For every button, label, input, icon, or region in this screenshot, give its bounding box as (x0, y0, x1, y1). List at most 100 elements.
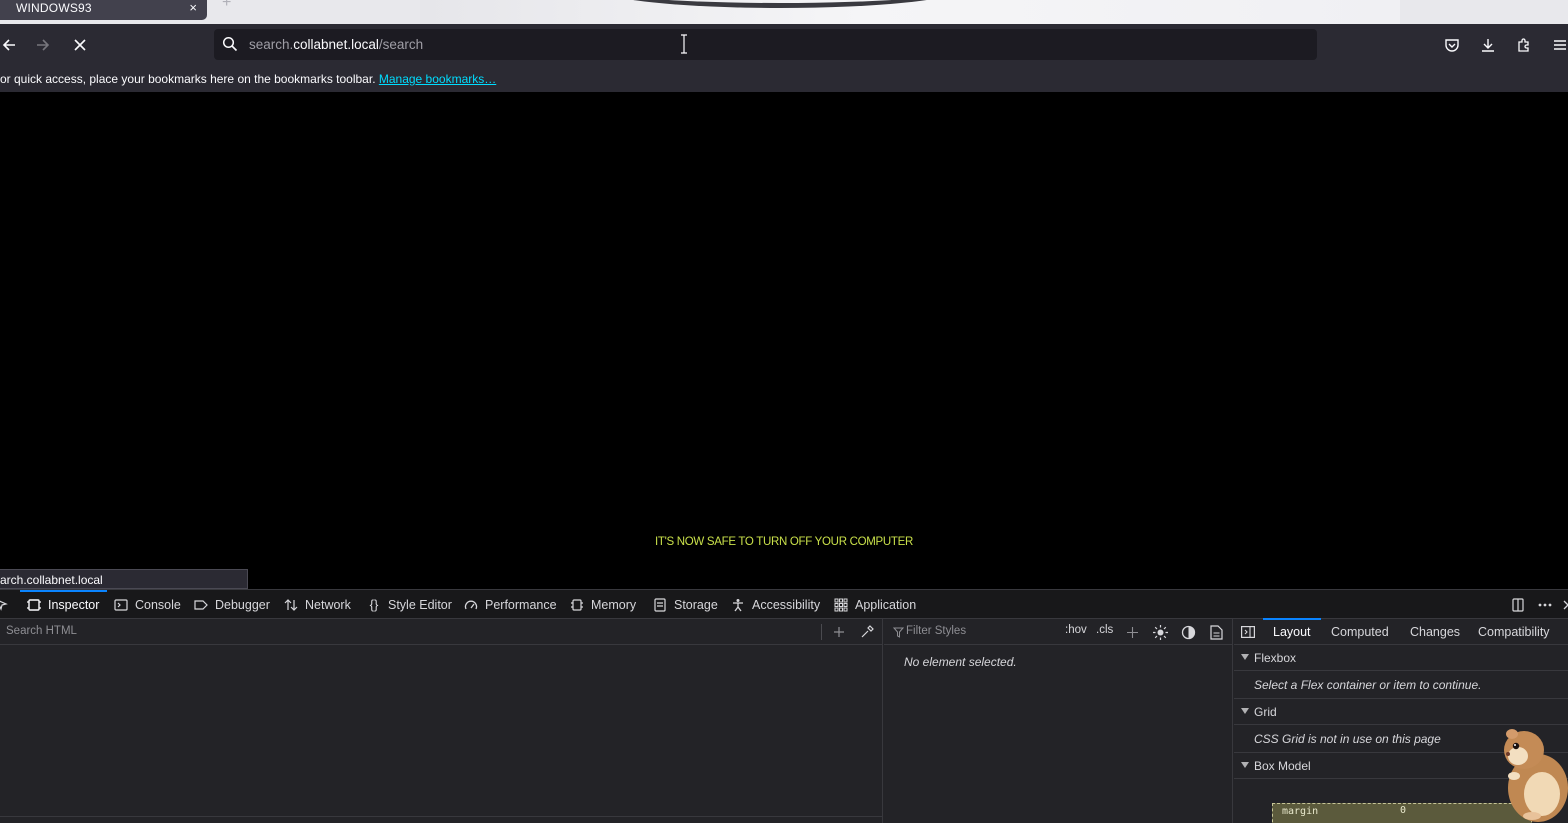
bookmarks-toolbar: or quick access, place your bookmarks he… (0, 67, 1568, 92)
tab-application[interactable]: Application (833, 590, 916, 619)
tab-label: Application (855, 597, 917, 612)
shutdown-message: IT'S NOW SAFE TO TURN OFF YOUR COMPUTER (655, 536, 913, 548)
tab-label: Performance (485, 597, 557, 612)
plus-icon (834, 627, 844, 637)
downloads-button[interactable] (1477, 34, 1499, 56)
extensions-button[interactable] (1513, 34, 1535, 56)
tab-debugger[interactable]: Debugger (193, 590, 270, 619)
box-model-margin[interactable]: margin 0 (1272, 803, 1532, 823)
console-icon (113, 597, 129, 613)
debugger-icon (193, 597, 209, 613)
status-url-tooltip: arch.collabnet.local (0, 569, 248, 589)
network-icon (283, 597, 299, 613)
markup-toolbar: Search HTML (0, 619, 882, 645)
back-button[interactable] (0, 32, 22, 58)
close-devtools-button[interactable] (1559, 596, 1568, 614)
add-rule-icon[interactable] (1127, 627, 1138, 638)
new-tab-button[interactable]: + (222, 0, 231, 12)
devtools-menu-button[interactable] (1536, 596, 1554, 614)
toolbar-divider (821, 624, 822, 640)
back-arrow-icon (2, 39, 15, 51)
tab-label: Storage (674, 597, 718, 612)
tab-label: Style Editor (388, 597, 452, 612)
titlebar-background (420, 0, 1400, 24)
tab-label: Network (305, 597, 351, 612)
tab-console[interactable]: Console (113, 590, 181, 619)
tab-strip: WINDOWS93 × + (0, 0, 1568, 24)
breadcrumb-bar (0, 816, 883, 823)
expand-triangle-icon (1241, 654, 1249, 660)
tab-label: Console (135, 597, 181, 612)
bookmarks-message: or quick access, place your bookmarks he… (0, 72, 379, 86)
no-element-message: No element selected. (904, 655, 1017, 669)
forward-button[interactable] (30, 32, 56, 58)
hover-state-toggle[interactable]: :hov (1065, 624, 1087, 636)
filter-icon (893, 627, 904, 638)
url-bar[interactable]: search.collabnet.local/search (214, 29, 1317, 60)
margin-label: margin (1282, 806, 1319, 817)
stop-x-icon (74, 39, 86, 51)
manage-bookmarks-link[interactable]: Manage bookmarks… (379, 72, 496, 86)
class-toggle[interactable]: .cls (1096, 624, 1113, 636)
browser-tab[interactable]: WINDOWS93 × (0, 0, 207, 20)
tab-style-editor[interactable]: {} Style Editor (366, 590, 452, 619)
dark-theme-icon[interactable] (1181, 625, 1196, 640)
tab-close-icon[interactable]: × (189, 0, 197, 15)
dock-toggle-button[interactable] (1509, 596, 1527, 614)
style-editor-icon: {} (369, 597, 379, 612)
tab-layout[interactable]: Layout (1263, 618, 1320, 639)
tab-label: Accessibility (752, 597, 821, 612)
toggle-sidebar-icon[interactable] (1241, 626, 1255, 638)
tab-label: Inspector (48, 597, 100, 612)
url-host: collabnet.local (293, 37, 379, 52)
tab-storage[interactable]: Storage (652, 590, 718, 619)
element-picker-button[interactable] (0, 590, 16, 619)
url-path: /search (378, 37, 424, 52)
url-prefix: search. (249, 37, 294, 52)
filter-styles-input[interactable]: Filter Styles (906, 625, 966, 637)
tab-title: WINDOWS93 (16, 1, 92, 15)
rules-pane: Filter Styles :hov .cls No element selec… (884, 619, 1233, 823)
dock-side-icon (1512, 598, 1524, 612)
section-title: Flexbox (1254, 651, 1297, 665)
more-options-icon (1538, 603, 1552, 607)
devtools-panel: Inspector Console Debugger Network {} St… (0, 589, 1568, 823)
memory-icon (569, 597, 585, 613)
rules-toolbar: Filter Styles :hov .cls (884, 619, 1232, 645)
tab-changes[interactable]: Changes (1410, 625, 1460, 639)
add-node-button[interactable] (830, 623, 848, 641)
element-picker-icon (0, 597, 10, 613)
pocket-button[interactable] (1441, 34, 1463, 56)
url-text[interactable]: search.collabnet.local/search (249, 37, 423, 52)
eyedropper-button[interactable] (858, 623, 876, 641)
section-title: Box Model (1254, 759, 1311, 773)
accessibility-icon (730, 597, 746, 613)
margin-value[interactable]: 0 (1400, 805, 1406, 816)
print-media-icon[interactable] (1210, 625, 1223, 640)
flexbox-section-body: Select a Flex container or item to conti… (1234, 671, 1568, 699)
search-html-input[interactable]: Search HTML (6, 625, 77, 637)
close-icon (1563, 600, 1568, 610)
text-cursor-icon (681, 34, 687, 54)
tab-computed[interactable]: Computed (1331, 625, 1389, 639)
devtools-toolbar: Inspector Console Debugger Network {} St… (0, 590, 1568, 619)
app-menu-button[interactable] (1549, 34, 1568, 56)
eyedropper-icon (861, 625, 874, 638)
markup-pane: Search HTML (0, 619, 883, 823)
tab-memory[interactable]: Memory (569, 590, 636, 619)
performance-icon (463, 597, 479, 613)
forward-arrow-icon (37, 39, 50, 51)
tab-accessibility[interactable]: Accessibility (730, 590, 820, 619)
stop-button[interactable] (67, 32, 93, 58)
download-icon (1482, 39, 1494, 52)
navigation-toolbar: search.collabnet.local/search (0, 24, 1568, 67)
tab-performance[interactable]: Performance (463, 590, 557, 619)
tab-network[interactable]: Network (283, 590, 351, 619)
tab-inspector[interactable]: Inspector (19, 590, 108, 619)
inspector-icon (26, 597, 42, 613)
flexbox-section-header[interactable]: Flexbox (1234, 645, 1568, 671)
hamburger-menu-icon (1554, 40, 1566, 50)
tab-compatibility[interactable]: Compatibility (1478, 625, 1550, 639)
pocket-icon (1445, 39, 1459, 52)
light-theme-icon[interactable] (1153, 625, 1168, 640)
